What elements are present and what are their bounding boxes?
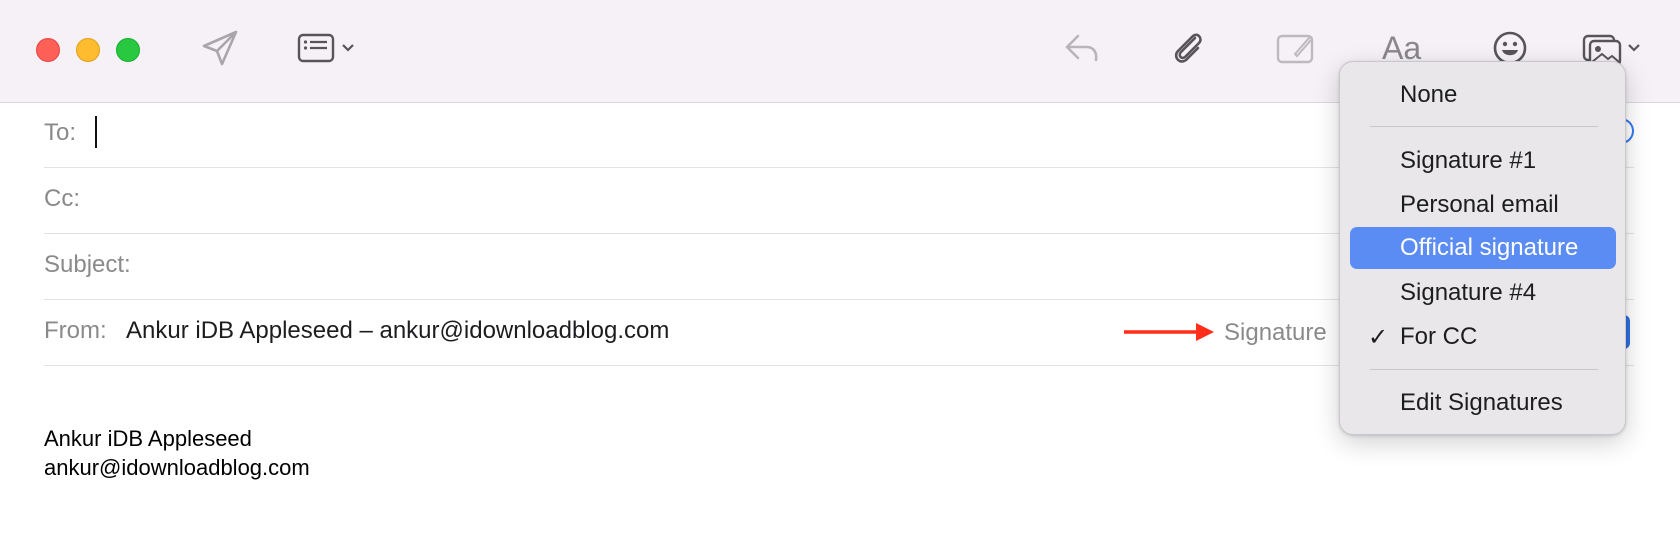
menu-item-for-cc[interactable]: ✓ For CC [1350,316,1616,358]
reply-icon [1065,34,1098,62]
minimize-window-button[interactable] [76,38,100,62]
annotation-arrow-icon [1124,323,1214,341]
to-label: To: [44,119,77,146]
menu-item-personal-email[interactable]: Personal email [1350,184,1616,226]
paper-plane-icon [202,30,238,66]
menu-item-label: Signature #1 [1400,147,1537,174]
send-button[interactable] [200,26,240,70]
maximize-window-button[interactable] [116,38,140,62]
header-fields-button[interactable] [296,26,356,70]
reply-button[interactable] [1062,26,1102,70]
menu-item-none[interactable]: None [1350,74,1616,116]
compose-window: Aa To: Cc: Subject: From: Ankur iDB Appl… [0,0,1680,552]
menu-item-label: Official signature [1400,234,1579,261]
menu-item-label: For CC [1400,323,1478,350]
message-body[interactable]: Ankur iDB Appleseed ankur@idownloadblog.… [44,424,310,482]
paperclip-icon [1174,33,1202,63]
menu-item-official-signature[interactable]: Official signature [1350,227,1616,269]
menu-item-label: Signature #4 [1400,279,1537,306]
checkmark-icon: ✓ [1368,324,1389,351]
markup-icon [1276,34,1314,64]
menu-item-edit-signatures[interactable]: Edit Signatures [1350,382,1616,424]
signature-label: Signature [1224,319,1327,346]
chevron-down-icon [342,44,354,52]
menu-item-label: Personal email [1400,191,1559,218]
cc-label: Cc: [44,185,80,212]
menu-item-signature-4[interactable]: Signature #4 [1350,272,1616,314]
from-label: From: [44,317,107,344]
menu-item-label: None [1400,81,1458,108]
markup-button[interactable] [1275,26,1315,70]
signature-menu: None Signature #1 Personal email Officia… [1339,61,1626,435]
menu-separator [1370,369,1598,370]
header-fields-icon [297,33,335,63]
menu-item-signature-1[interactable]: Signature #1 [1350,140,1616,182]
from-account-selector[interactable]: Ankur iDB Appleseed – ankur@idownloadblo… [126,317,669,345]
menu-item-label: Edit Signatures [1400,389,1563,416]
chevron-down-icon [1628,44,1640,52]
close-window-button[interactable] [36,38,60,62]
signature-email-text: ankur@idownloadblog.com [44,455,310,480]
subject-label: Subject: [44,251,131,278]
menu-separator [1370,126,1598,127]
to-field[interactable] [95,116,97,148]
attach-button[interactable] [1168,26,1208,70]
signature-name-text: Ankur iDB Appleseed [44,426,252,451]
